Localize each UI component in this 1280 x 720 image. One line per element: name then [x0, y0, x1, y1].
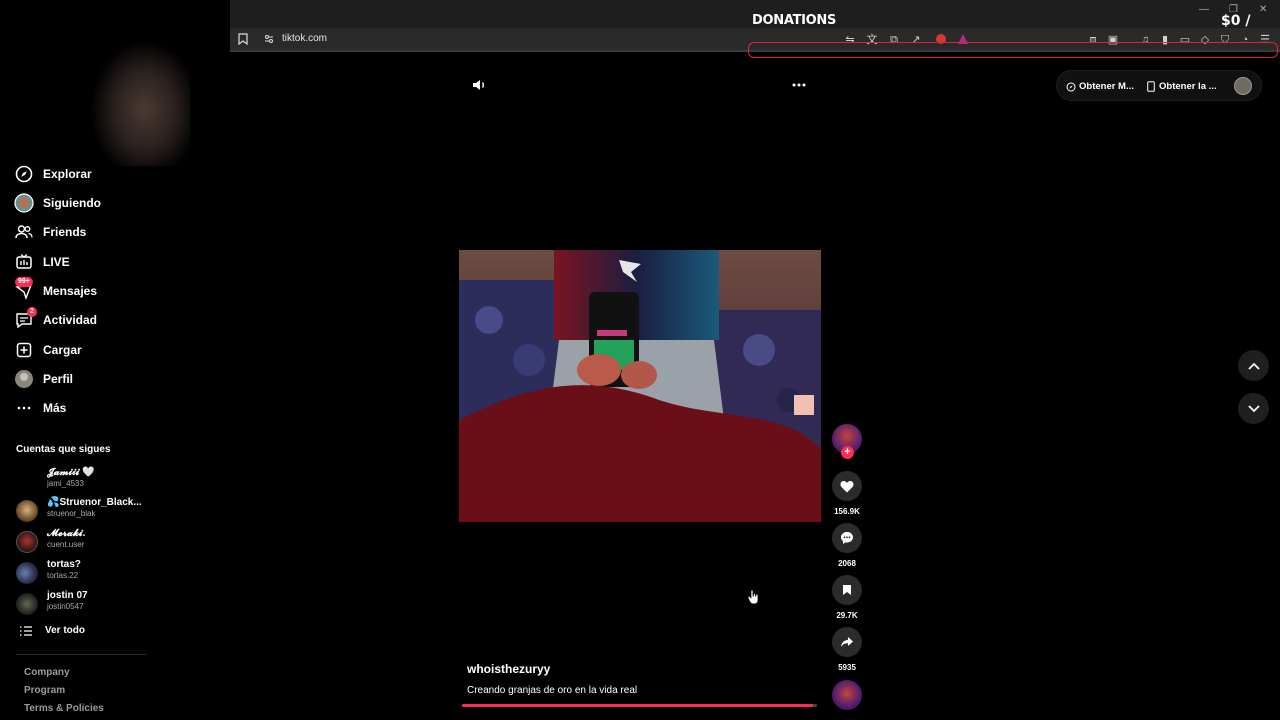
following-section-title: Cuentas que sigues [16, 444, 111, 455]
account-handle: tortas.22 [47, 571, 79, 580]
nav-label: Friends [43, 225, 87, 239]
account-name: 𝓙𝓪𝓶𝓲𝓲𝓲 🤍 [47, 467, 95, 478]
account-handle: struenor_blak [47, 509, 96, 518]
footer-link-terms[interactable]: Terms & Policies [24, 703, 104, 714]
nav-explorar[interactable]: Explorar [14, 162, 92, 186]
extensions-highlight [748, 42, 1278, 58]
speaker-icon [473, 80, 484, 90]
upload-icon [14, 340, 34, 360]
footer-link-program[interactable]: Program [24, 685, 65, 696]
volume-button[interactable] [470, 76, 488, 94]
nav-label: Cargar [43, 343, 82, 357]
video-progress-bar[interactable] [462, 704, 817, 707]
nav-live[interactable]: LIVE [14, 250, 70, 274]
comment-count: 2068 [838, 559, 856, 568]
more-options-button[interactable] [790, 76, 808, 94]
nav-label: Mensajes [43, 284, 98, 298]
save-button[interactable] [832, 575, 862, 605]
follow-button[interactable]: + [841, 446, 854, 459]
nav-label: Perfil [43, 372, 74, 386]
nav-mensajes[interactable]: 99+ Mensajes [14, 277, 98, 303]
account-name: jostin 07 [47, 590, 88, 601]
account-handle: cuent.user [47, 540, 85, 549]
webcam-overlay [40, 40, 190, 166]
chevron-up-icon [1247, 362, 1260, 370]
nav-label: Explorar [43, 167, 92, 181]
like-button[interactable] [832, 471, 862, 501]
avatar [16, 500, 38, 522]
avatar [16, 562, 38, 584]
video-author-username[interactable]: whoisthezuryy [467, 662, 550, 676]
get-pc-app-label: Obtener M... [1079, 81, 1134, 92]
comment-icon [841, 532, 853, 544]
share-button[interactable] [832, 627, 862, 657]
account-name: 𝓜𝓮𝓻𝓪𝓴𝓲. [47, 528, 86, 539]
site-settings-icon[interactable] [262, 33, 276, 47]
divider [16, 654, 146, 655]
user-avatar[interactable] [1234, 77, 1252, 95]
donations-title: DONATIONS [752, 13, 837, 28]
nav-label: Siguiendo [43, 196, 101, 210]
activity-badge: 2 [27, 307, 37, 317]
nav-label: Actividad [43, 313, 98, 327]
footer-link-company[interactable]: Company [24, 667, 70, 678]
share-count: 5935 [838, 663, 856, 672]
compass-icon [14, 164, 34, 184]
avatar [16, 531, 38, 553]
see-all-label: Ver todo [45, 625, 86, 636]
nav-label: LIVE [43, 255, 70, 269]
more-icon [14, 398, 34, 418]
get-pc-app-button[interactable]: Obtener M... [1066, 81, 1134, 92]
get-mobile-app-label: Obtener la ... [1159, 81, 1217, 92]
account-handle: jostin0547 [47, 602, 84, 611]
list-icon [16, 625, 36, 636]
ellipsis-icon [792, 83, 806, 87]
get-mobile-app-button[interactable]: Obtener la ... [1147, 81, 1217, 92]
following-avatar-icon [14, 193, 34, 213]
chevron-down-icon [1247, 404, 1260, 412]
profile-avatar-icon [14, 369, 34, 389]
video-player[interactable] [459, 250, 821, 522]
avatar [16, 470, 38, 492]
activity-icon: 2 [14, 307, 37, 330]
nav-cargar[interactable]: Cargar [14, 338, 82, 362]
account-name: 💦Struenor_Black... [47, 497, 142, 508]
nav-actividad[interactable]: 2 Actividad [14, 307, 98, 332]
minimize-button[interactable]: — [1199, 4, 1209, 15]
messages-badge: 99+ [15, 277, 33, 287]
like-count: 156.9K [834, 507, 860, 516]
bookmark-icon[interactable] [236, 33, 250, 47]
comment-button[interactable] [832, 523, 862, 553]
nav-siguiendo[interactable]: Siguiendo [14, 191, 101, 215]
video-progress-fill [462, 704, 814, 707]
live-icon [14, 252, 34, 272]
nav-friends[interactable]: Friends [14, 220, 86, 244]
see-all-link[interactable]: Ver todo [16, 625, 85, 636]
previous-video-button[interactable] [1238, 350, 1269, 381]
messages-icon: 99+ [14, 277, 34, 301]
compass-small-icon [1066, 82, 1076, 91]
phone-icon [1147, 81, 1155, 92]
sound-disc[interactable] [832, 680, 862, 710]
friends-icon [14, 222, 34, 242]
nav-mas[interactable]: Más [14, 396, 66, 420]
account-handle: jami_4533 [47, 479, 84, 488]
video-frame-image [459, 250, 821, 522]
mouse-cursor [747, 589, 760, 610]
url-text[interactable]: tiktok.com [282, 33, 327, 44]
save-count: 29.7K [836, 611, 858, 620]
nav-label: Más [43, 401, 67, 415]
next-video-button[interactable] [1238, 393, 1269, 424]
heart-icon [840, 480, 854, 492]
video-description: Creando granjas de oro en la vida real [467, 685, 638, 696]
avatar [16, 593, 38, 615]
account-name: tortas? [47, 559, 81, 570]
nav-perfil[interactable]: Perfil [14, 367, 73, 391]
bookmark-icon [843, 585, 851, 595]
share-arrow-icon [841, 637, 853, 647]
